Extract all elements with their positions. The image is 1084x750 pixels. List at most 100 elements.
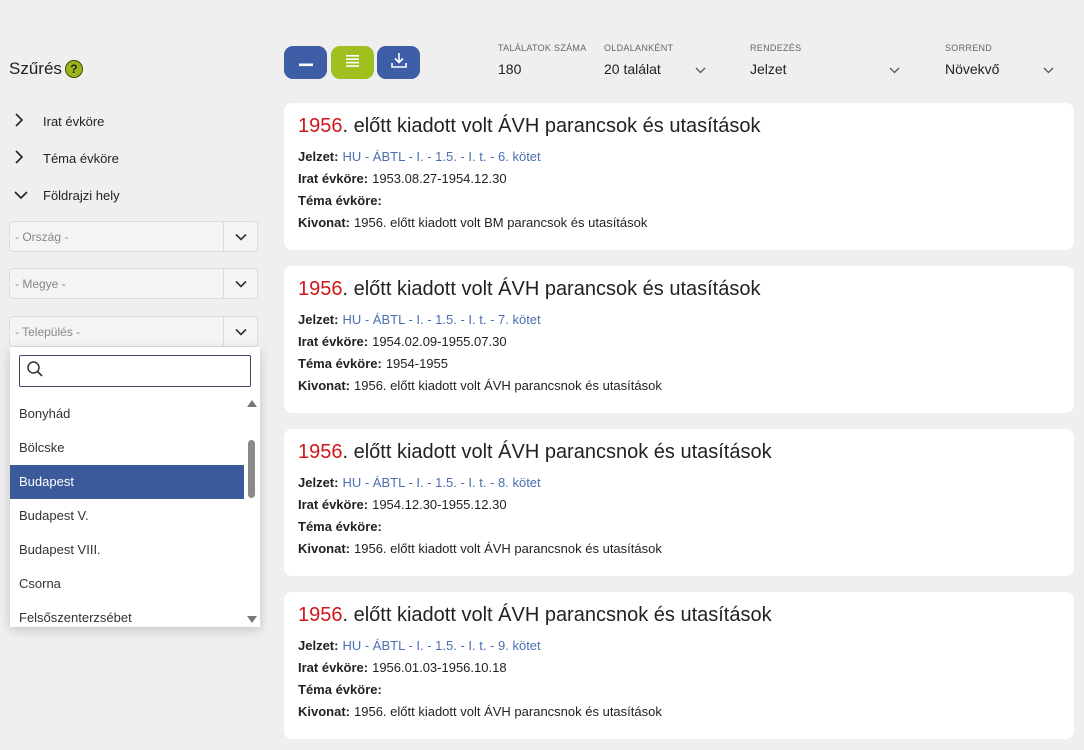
dropdown-option[interactable]: Csorna [10, 567, 244, 601]
jelzet-link[interactable]: HU - ÁBTL - I. - 1.5. - I. t. - 7. kötet [342, 312, 540, 327]
collapse-button[interactable] [284, 46, 327, 79]
per-page-select[interactable]: OLDALANKÉNT 20 találat [604, 43, 706, 77]
county-select-placeholder: - Megye - [15, 276, 66, 291]
facet-label: Téma évköre [43, 151, 119, 166]
field-label: Jelzet: [298, 475, 339, 490]
result-tema: Téma évköre: [298, 516, 1060, 538]
scroll-up-icon[interactable] [247, 400, 257, 407]
result-title[interactable]: 1956. előtt kiadott volt ÁVH parancsok é… [298, 278, 1060, 301]
result-kivonat: Kivonat: 1956. előtt kiadott volt ÁVH par… [298, 375, 1060, 397]
results-count-value: 180 [498, 61, 522, 77]
result-jelzet: Jelzet: HU - ÁBTL - I. - 1.5. - I. t. - 6… [298, 146, 1060, 168]
facet-label: Irat évköre [43, 114, 105, 129]
result-irat: Irat évköre: 1956.01.03-1956.10.18 [298, 657, 1060, 679]
dropdown-option-selected[interactable]: Budapest [10, 465, 244, 499]
jelzet-link[interactable]: HU - ÁBTL - I. - 1.5. - I. t. - 8. kötet [342, 475, 540, 490]
result-title-year: 1956 [298, 278, 343, 300]
result-kivonat: Kivonat: 1956. előtt kiadott volt BM para… [298, 212, 1060, 234]
country-select[interactable]: - Ország - [9, 221, 258, 252]
field-label: Irat évköre: [298, 334, 369, 349]
result-irat: Irat évköre: 1953.08.27-1954.12.30 [298, 168, 1060, 190]
settlement-option-list: Bonyhád Bölcske Budapest Budapest V. Bud… [10, 397, 244, 627]
scroll-down-icon[interactable] [247, 616, 257, 623]
list-icon [346, 54, 359, 72]
chevron-down-icon [14, 188, 30, 203]
chevron-right-icon [14, 113, 30, 130]
field-label: Téma évköre: [298, 519, 382, 534]
per-page-label: OLDALANKÉNT [604, 43, 674, 53]
facet-foldrajzi-hely[interactable]: Földrajzi hely [14, 188, 120, 203]
sort-value: Jelzet [750, 61, 787, 77]
filter-sidebar: Szűrés ? Irat évköre Téma évköre Földraj… [0, 0, 270, 750]
county-select[interactable]: - Megye - [9, 268, 258, 299]
order-select[interactable]: SORREND Növekvő [945, 43, 1054, 77]
scroll-thumb[interactable] [248, 440, 255, 498]
facet-tema-evkore[interactable]: Téma évköre [14, 150, 119, 167]
result-card: 1956. előtt kiadott volt ÁVH parancsnok … [284, 592, 1074, 739]
sort-select[interactable]: RENDEZÉS Jelzet [750, 43, 900, 77]
field-label: Jelzet: [298, 149, 339, 164]
jelzet-link[interactable]: HU - ÁBTL - I. - 1.5. - I. t. - 6. kötet [342, 149, 540, 164]
result-kivonat: Kivonat: 1956. előtt kiadott volt ÁVH par… [298, 701, 1060, 723]
dropdown-option[interactable]: Budapest V. [10, 499, 244, 533]
result-tema: Téma évköre: 1954-1955 [298, 353, 1060, 375]
result-title-text: . előtt kiadott volt ÁVH parancsok és ut… [342, 278, 761, 300]
result-jelzet: Jelzet: HU - ÁBTL - I. - 1.5. - I. t. - 8… [298, 472, 1060, 494]
field-label: Kivonat: [298, 215, 350, 230]
dropdown-scrollbar[interactable] [245, 397, 257, 627]
result-jelzet: Jelzet: HU - ÁBTL - I. - 1.5. - I. t. - 7… [298, 309, 1060, 331]
minus-icon [298, 54, 313, 72]
jelzet-link[interactable]: HU - ÁBTL - I. - 1.5. - I. t. - 9. kötet [342, 638, 540, 653]
result-irat: Irat évköre: 1954.02.09-1955.07.30 [298, 331, 1060, 353]
field-value: 1956. előtt kiadott volt ÁVH parancsnok … [354, 378, 662, 393]
filter-title-text: Szűrés [9, 59, 62, 78]
dropdown-option[interactable]: Bölcske [10, 431, 244, 465]
facet-irat-evkore[interactable]: Irat évköre [14, 113, 104, 130]
field-value: 1954-1955 [385, 356, 448, 371]
result-irat: Irat évköre: 1954.12.30-1955.12.30 [298, 494, 1060, 516]
result-title[interactable]: 1956. előtt kiadott volt ÁVH parancsnok … [298, 604, 1060, 627]
field-label: Jelzet: [298, 638, 339, 653]
field-label: Irat évköre: [298, 171, 369, 186]
chevron-down-icon[interactable] [223, 269, 257, 298]
result-title-year: 1956 [298, 441, 343, 463]
settlement-select[interactable]: - Település - [9, 316, 258, 347]
field-value: 1953.08.27-1954.12.30 [372, 171, 507, 186]
field-value: 1956. előtt kiadott volt ÁVH parancsnok … [354, 541, 662, 556]
download-icon [390, 51, 408, 74]
filter-title: Szűrés ? [9, 59, 83, 79]
result-title-year: 1956 [298, 115, 343, 137]
chevron-right-icon [14, 150, 30, 167]
download-button[interactable] [377, 46, 420, 79]
field-label: Kivonat: [298, 378, 350, 393]
result-title-text: . előtt kiadott volt ÁVH parancsnok és u… [342, 604, 772, 626]
sort-label: RENDEZÉS [750, 43, 802, 53]
chevron-down-icon[interactable] [223, 222, 257, 251]
settlement-select-placeholder: - Település - [15, 324, 81, 339]
results-count: TALÁLATOK SZÁMA 180 [498, 43, 588, 77]
field-label: Jelzet: [298, 312, 339, 327]
facet-label: Földrajzi hely [43, 188, 120, 203]
field-label: Téma évköre: [298, 193, 382, 208]
search-icon [26, 360, 44, 383]
chevron-down-icon [1043, 61, 1054, 77]
help-icon[interactable]: ? [64, 60, 83, 78]
result-title[interactable]: 1956. előtt kiadott volt ÁVH parancsnok … [298, 441, 1060, 464]
chevron-down-icon [889, 61, 900, 77]
chevron-down-icon[interactable] [223, 317, 257, 346]
field-value: 1956. előtt kiadott volt BM parancsok és… [354, 215, 648, 230]
field-label: Téma évköre: [298, 356, 382, 371]
list-view-button[interactable] [331, 46, 374, 79]
per-page-value: 20 találat [604, 61, 661, 77]
result-title[interactable]: 1956. előtt kiadott volt ÁVH parancsok é… [298, 115, 1060, 138]
result-title-text: . előtt kiadott volt ÁVH parancsok és ut… [342, 115, 761, 137]
dropdown-option[interactable]: Felsőszenterzsébet [10, 601, 244, 627]
dropdown-option[interactable]: Bonyhád [10, 397, 244, 431]
result-card: 1956. előtt kiadott volt ÁVH parancsnok … [284, 429, 1074, 576]
result-title-year: 1956 [298, 604, 343, 626]
field-value: 1954.02.09-1955.07.30 [372, 334, 507, 349]
result-tema: Téma évköre: [298, 679, 1060, 701]
dropdown-option[interactable]: Budapest VIII. [10, 533, 244, 567]
results-count-label: TALÁLATOK SZÁMA [498, 43, 587, 53]
settlement-search-input[interactable] [19, 355, 251, 387]
